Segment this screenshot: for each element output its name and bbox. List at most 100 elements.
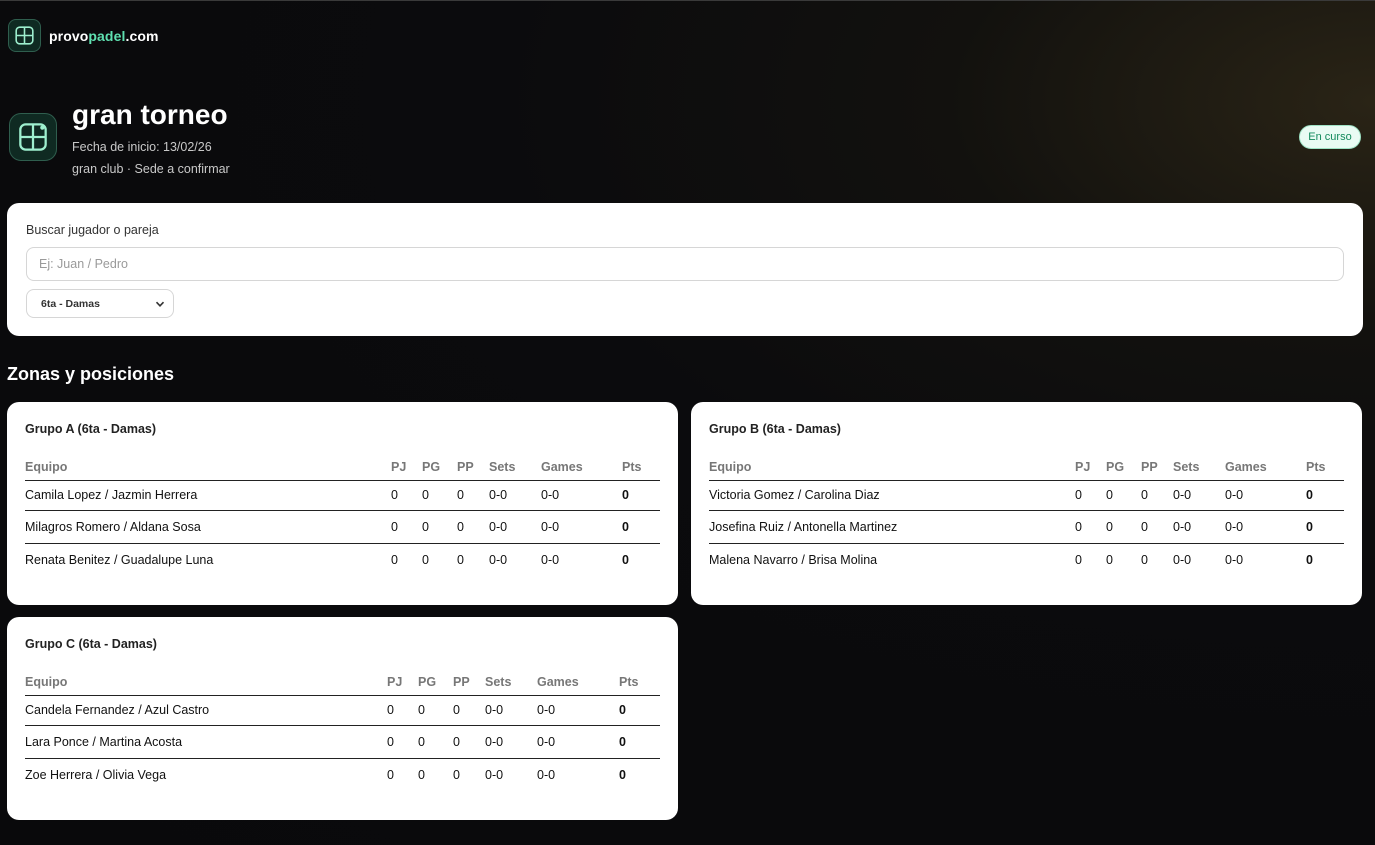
col-header-sets: Sets — [1173, 460, 1225, 481]
sets-value: 0-0 — [489, 509, 541, 543]
sets-value: 0-0 — [485, 757, 537, 791]
padel-court-icon[interactable] — [8, 19, 41, 52]
col-header-pg: PG — [418, 675, 453, 696]
standings-table: Equipo PJ PG PP Sets Games Pts Victoria … — [709, 460, 1344, 576]
games-value: 0-0 — [541, 542, 622, 576]
sets-value: 0-0 — [1173, 509, 1225, 543]
games-value: 0-0 — [537, 724, 619, 758]
col-header-pg: PG — [422, 460, 457, 481]
games-value: 0-0 — [537, 703, 556, 717]
pts-value: 0 — [619, 703, 626, 717]
col-header-sets: Sets — [489, 460, 541, 481]
tournament-info: gran torneo Fecha de inicio: 13/02/26 gr… — [72, 99, 230, 177]
table-row: Lara Ponce / Martina Acosta 0 0 0 0-0 0-… — [25, 724, 660, 758]
pg-value: 0 — [418, 757, 453, 791]
pj-value: 0 — [1075, 488, 1082, 502]
games-value: 0-0 — [1225, 488, 1244, 502]
pj-value: 0 — [387, 757, 418, 791]
pts-value: 0 — [619, 724, 660, 758]
brand-suffix: .com — [125, 27, 159, 44]
pj-value: 0 — [391, 542, 422, 576]
pts-value: 0 — [1306, 509, 1344, 543]
group-card-b: Grupo B (6ta - Damas) Equipo PJ PG PP Se… — [691, 402, 1362, 605]
col-header-pts: Pts — [619, 675, 660, 696]
pj-value: 0 — [1075, 509, 1106, 543]
team-name: Candela Fernandez / Azul Castro — [25, 703, 210, 717]
table-row: Candela Fernandez / Azul Castro 0 0 0 0-… — [25, 695, 660, 725]
games-value: 0-0 — [1225, 542, 1306, 576]
sets-value: 0-0 — [1173, 542, 1225, 576]
team-name: Lara Ponce / Martina Acosta — [25, 724, 387, 758]
pg-value: 0 — [418, 724, 453, 758]
group-card-a: Grupo A (6ta - Damas) Equipo PJ PG PP Se… — [7, 402, 678, 605]
status-badge: En curso — [1299, 125, 1361, 149]
team-name: Milagros Romero / Aldana Sosa — [25, 509, 391, 543]
pts-value: 0 — [622, 488, 629, 502]
category-select[interactable]: 6ta - Damas — [26, 289, 174, 318]
col-header-pj: PJ — [387, 675, 418, 696]
pg-value: 0 — [1106, 488, 1113, 502]
pp-value: 0 — [453, 703, 460, 717]
search-input[interactable] — [26, 247, 1344, 281]
tournament-venue: gran club · Sede a confirmar — [72, 162, 230, 176]
sets-value: 0-0 — [485, 703, 504, 717]
pp-value: 0 — [453, 757, 485, 791]
pp-value: 0 — [1141, 542, 1173, 576]
team-name: Malena Navarro / Brisa Molina — [709, 542, 1075, 576]
brand-accent: padel — [88, 27, 126, 44]
category-select-value: 6ta - Damas — [41, 297, 100, 310]
col-header-team: Equipo — [709, 460, 1075, 481]
col-header-pj: PJ — [391, 460, 422, 481]
team-name: Zoe Herrera / Olivia Vega — [25, 757, 387, 791]
pj-value: 0 — [391, 488, 398, 502]
sets-value: 0-0 — [489, 488, 508, 502]
table-row: Zoe Herrera / Olivia Vega 0 0 0 0-0 0-0 … — [25, 757, 660, 791]
table-row: Malena Navarro / Brisa Molina 0 0 0 0-0 … — [709, 542, 1344, 576]
pp-value: 0 — [457, 542, 489, 576]
games-value: 0-0 — [537, 757, 619, 791]
pg-value: 0 — [418, 703, 425, 717]
pp-value: 0 — [457, 488, 464, 502]
table-row: Victoria Gomez / Carolina Diaz 0 0 0 0-0… — [709, 480, 1344, 510]
pp-value: 0 — [1141, 509, 1173, 543]
table-row: Milagros Romero / Aldana Sosa 0 0 0 0-0 … — [25, 509, 660, 543]
tournament-logo-icon — [9, 113, 57, 161]
tournament-header: gran torneo Fecha de inicio: 13/02/26 gr… — [9, 99, 230, 177]
col-header-sets: Sets — [485, 675, 537, 696]
col-header-pts: Pts — [622, 460, 660, 481]
pp-value: 0 — [457, 509, 489, 543]
search-label: Buscar jugador o pareja — [26, 223, 159, 237]
filter-card: Buscar jugador o pareja 6ta - Damas — [7, 203, 1363, 336]
sets-value: 0-0 — [1173, 488, 1192, 502]
team-name: Josefina Ruiz / Antonella Martinez — [709, 509, 1075, 543]
col-header-pts: Pts — [1306, 460, 1344, 481]
pj-value: 0 — [391, 509, 422, 543]
group-title: Grupo A (6ta - Damas) — [25, 422, 157, 436]
games-value: 0-0 — [541, 509, 622, 543]
col-header-games: Games — [537, 675, 619, 696]
pts-value: 0 — [619, 757, 660, 791]
brand-logo-text[interactable]: provopadel.com — [49, 28, 159, 44]
team-name: Victoria Gomez / Carolina Diaz — [709, 488, 880, 502]
group-card-c: Grupo C (6ta - Damas) Equipo PJ PG PP Se… — [7, 617, 678, 820]
col-header-team: Equipo — [25, 675, 387, 696]
pts-value: 0 — [622, 542, 660, 576]
games-value: 0-0 — [1225, 509, 1306, 543]
pg-value: 0 — [1106, 509, 1141, 543]
table-row: Renata Benitez / Guadalupe Luna 0 0 0 0-… — [25, 542, 660, 576]
team-name: Camila Lopez / Jazmin Herrera — [25, 488, 198, 502]
col-header-pp: PP — [453, 675, 485, 696]
pg-value: 0 — [422, 509, 457, 543]
col-header-pp: PP — [457, 460, 489, 481]
tournament-title: gran torneo — [72, 99, 228, 130]
site-header: provopadel.com — [8, 19, 159, 52]
pg-value: 0 — [1106, 542, 1141, 576]
col-header-games: Games — [541, 460, 622, 481]
team-name: Renata Benitez / Guadalupe Luna — [25, 542, 391, 576]
col-header-team: Equipo — [25, 460, 391, 481]
standings-table: Equipo PJ PG PP Sets Games Pts Camila Lo… — [25, 460, 660, 576]
table-row: Camila Lopez / Jazmin Herrera 0 0 0 0-0 … — [25, 480, 660, 510]
pts-value: 0 — [1306, 542, 1344, 576]
sets-value: 0-0 — [485, 724, 537, 758]
pp-value: 0 — [453, 724, 485, 758]
